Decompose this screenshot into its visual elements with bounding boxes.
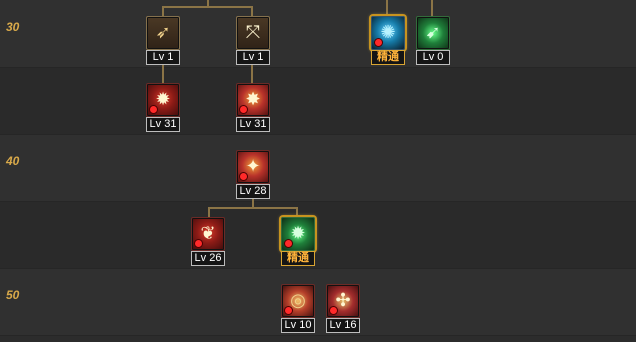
skill-level: Lv 1 (236, 50, 270, 65)
crossbow-icon: ⤧ (236, 16, 270, 50)
skill-level: Lv 28 (236, 184, 270, 199)
connector-line (162, 6, 253, 8)
skill-crossbow[interactable]: ⤧ Lv 1 (236, 16, 270, 66)
blue-emblem-icon: ✺ (371, 16, 405, 50)
skill-level: Lv 0 (416, 50, 450, 65)
connector-line (251, 6, 253, 16)
connector-line (251, 65, 253, 83)
skill-red-claw[interactable]: ❦ Lv 26 (191, 217, 225, 267)
mark-icon (330, 307, 337, 314)
row-divider (0, 335, 636, 336)
skill-level: Lv 10 (281, 318, 315, 333)
compass-icon: ✣ (326, 284, 360, 318)
connector-line (208, 207, 298, 209)
row-40-band (0, 134, 636, 201)
row-50-band (0, 268, 636, 335)
connector-line (162, 65, 164, 83)
burst-icon: ✸ (236, 83, 270, 117)
skill-ring[interactable]: ◎ Lv 10 (281, 284, 315, 334)
bow-icon: ➶ (146, 16, 180, 50)
connector-line (252, 199, 254, 207)
connector-line (296, 207, 298, 217)
skill-flame[interactable]: ✦ Lv 28 (236, 150, 270, 200)
mark-icon (285, 307, 292, 314)
row-45-band (0, 201, 636, 268)
connector-line (208, 207, 210, 217)
skill-elite-blue[interactable]: ✺ 精通 (371, 16, 405, 66)
skill-level: Lv 31 (146, 117, 180, 132)
green-burst-icon: ✹ (281, 217, 315, 251)
skill-level: Lv 31 (236, 117, 270, 132)
ring-icon: ◎ (281, 284, 315, 318)
skill-level: Lv 26 (191, 251, 225, 266)
skill-compass[interactable]: ✣ Lv 16 (326, 284, 360, 334)
skill-green-arrow[interactable]: ➹ Lv 0 (416, 16, 450, 66)
connector-line (431, 0, 433, 16)
connector-line (386, 0, 388, 16)
red-strike-icon: ✹ (146, 83, 180, 117)
skill-elite-green[interactable]: ✹ 精通 (281, 217, 315, 267)
skill-level: 精通 (371, 50, 405, 65)
skill-level: 精通 (281, 251, 315, 266)
skill-burst[interactable]: ✸ Lv 31 (236, 83, 270, 133)
level-label-30: 30 (6, 20, 20, 34)
row-35-band (0, 67, 636, 134)
mark-icon (195, 240, 202, 247)
row-divider (0, 134, 636, 135)
row-divider (0, 67, 636, 68)
flame-icon: ✦ (236, 150, 270, 184)
green-arrow-icon: ➹ (416, 16, 450, 50)
mark-icon (150, 106, 157, 113)
red-claw-icon: ❦ (191, 217, 225, 251)
skill-bow[interactable]: ➶ Lv 1 (146, 16, 180, 66)
mark-icon (285, 240, 292, 247)
row-divider (0, 268, 636, 269)
skill-level: Lv 1 (146, 50, 180, 65)
row-30-band (0, 0, 636, 67)
skill-red-strike[interactable]: ✹ Lv 31 (146, 83, 180, 133)
level-label-40: 40 (6, 154, 20, 168)
mark-icon (240, 106, 247, 113)
level-label-50: 50 (6, 288, 20, 302)
mark-icon (240, 173, 247, 180)
skill-level: Lv 16 (326, 318, 360, 333)
mark-icon (375, 39, 382, 46)
connector-line (162, 6, 164, 16)
row-divider (0, 201, 636, 202)
